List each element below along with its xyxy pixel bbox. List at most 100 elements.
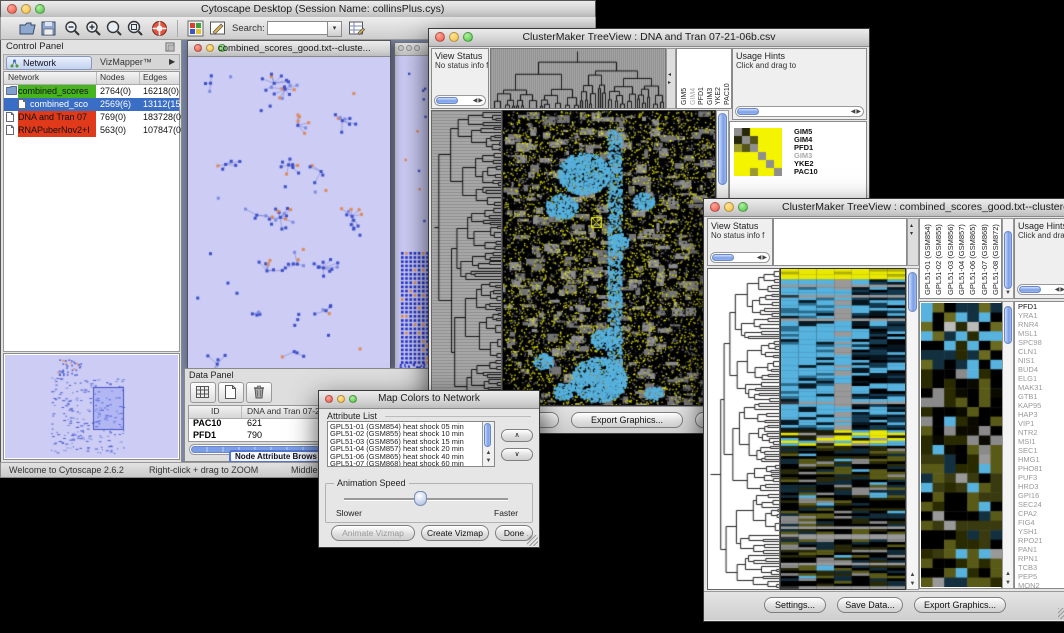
gene-label[interactable]: HRD3 [1015, 482, 1064, 491]
network-row[interactable]: DNA and Tran 07769(0)183728(0) [4, 111, 179, 124]
new-attribute-icon[interactable] [218, 382, 244, 403]
zoom-fit-icon[interactable] [126, 19, 145, 38]
row-label[interactable]: PAC10 [794, 168, 818, 176]
gene-label[interactable]: PFD1 [1015, 302, 1064, 311]
gene-label[interactable]: MSI1 [1015, 437, 1064, 446]
minimize-icon[interactable] [406, 45, 412, 51]
tv1-heatmap[interactable] [503, 111, 715, 405]
col-network[interactable]: Network [8, 72, 39, 82]
slider-thumb[interactable] [414, 491, 427, 506]
gene-label[interactable]: FIG4 [1015, 518, 1064, 527]
scroll-down-icon[interactable]: ▼ [1003, 579, 1013, 587]
scroll-down-icon[interactable]: ▼ [907, 580, 918, 588]
gene-label[interactable]: PAN1 [1015, 545, 1064, 554]
close-icon[interactable] [398, 45, 404, 51]
attribute-item[interactable]: GPL51-06 (GSM865) heat shock 40 min [328, 453, 483, 460]
tab-network[interactable]: Network [6, 56, 92, 70]
zoom-window-icon[interactable] [738, 202, 748, 212]
gene-label[interactable]: NIS1 [1015, 356, 1064, 365]
tv1-column-dendrogram[interactable] [491, 49, 665, 108]
network-window-front[interactable]: combined_scores_good.txt--cluste... [187, 40, 391, 369]
gene-label[interactable]: MSL1 [1015, 329, 1064, 338]
gene-label[interactable]: MON2 [1015, 581, 1064, 589]
close-icon[interactable] [710, 202, 720, 212]
create-vizmap-button[interactable]: Create Vizmap [421, 525, 489, 541]
column-label[interactable]: GPL51-06 (GSM865) [968, 224, 977, 295]
gene-label[interactable]: PHO81 [1015, 464, 1064, 473]
tv1-row-dendrogram[interactable] [432, 111, 501, 405]
gene-label[interactable]: TCB3 [1015, 563, 1064, 572]
col-edges[interactable]: Edges [143, 72, 167, 82]
export-graphics-button[interactable]: Export Graphics... [571, 412, 683, 428]
minimize-icon[interactable] [21, 4, 31, 14]
network-table-header[interactable]: Network Nodes Edges [4, 72, 179, 85]
zoom-in-icon[interactable] [84, 19, 103, 38]
tab-vizmapper[interactable]: VizMapper™ [100, 57, 152, 67]
dialog-title-bar[interactable]: Map Colors to Network [319, 391, 539, 409]
gene-label[interactable]: NTR2 [1015, 428, 1064, 437]
attribute-item[interactable]: GPL51-03 (GSM856) heat shock 15 min [328, 438, 483, 445]
view-status-scrollbar[interactable]: ◀▶ [434, 95, 486, 106]
gene-label[interactable]: BUD4 [1015, 365, 1064, 374]
resize-grip[interactable] [527, 535, 538, 546]
zoom-window-icon[interactable] [35, 4, 45, 14]
attribute-item[interactable]: GPL51-01 (GSM854) heat shock 05 min [328, 423, 483, 430]
treeview2-title-bar[interactable]: ClusterMaker TreeView : combined_scores_… [704, 199, 1064, 217]
gene-label[interactable]: HAP3 [1015, 410, 1064, 419]
gene-label[interactable]: SPC98 [1015, 338, 1064, 347]
gene-label[interactable]: VIP1 [1015, 419, 1064, 428]
animate-vizmap-button[interactable]: Animate Vizmap [331, 525, 415, 541]
gene-label[interactable]: YSH1 [1015, 527, 1064, 536]
attribute-listbox[interactable]: GPL51-01 (GSM854) heat shock 05 min GPL51… [327, 421, 495, 467]
network-view-back-canvas[interactable] [395, 56, 430, 369]
column-label[interactable]: YKE2 [715, 87, 722, 105]
tv2-detail-scrollbar[interactable]: ▲ ▼ [1002, 301, 1014, 589]
gene-label[interactable]: SEC24 [1015, 500, 1064, 509]
network-window-title-bar[interactable]: combined_scores_good.txt--cluste... [188, 41, 390, 57]
tv2-row-dendrogram[interactable] [708, 269, 779, 589]
scroll-down-icon[interactable]: ▼ [483, 457, 494, 465]
network-window-back[interactable] [394, 42, 431, 370]
birdseye-view[interactable] [5, 355, 178, 458]
attribute-item[interactable]: GPL51-07 (GSM868) heat shock 60 min [328, 460, 483, 467]
gene-label[interactable]: CLN1 [1015, 347, 1064, 356]
usage-hints-scrollbar[interactable]: ◀▶ [1017, 284, 1064, 295]
move-down-button[interactable]: ∨ [501, 448, 533, 461]
window-controls[interactable] [710, 202, 748, 212]
gene-label[interactable]: HMG1 [1015, 455, 1064, 464]
more-tabs-icon[interactable]: ▶ [169, 57, 175, 66]
gene-label[interactable]: GTB1 [1015, 392, 1064, 401]
scroll-right-icon[interactable]: ▸ [668, 79, 671, 86]
scroll-left-icon[interactable]: ◂ [668, 71, 671, 78]
column-label[interactable]: PAC10 [724, 83, 731, 105]
tv1-detail-matrix[interactable] [734, 128, 782, 176]
gene-label[interactable]: YRA1 [1015, 311, 1064, 320]
column-label[interactable]: GPL51-02 (GSM855) [934, 224, 943, 295]
view-status-scrollbar[interactable]: ◀▶ [710, 252, 770, 263]
attribute-item[interactable]: GPL51-04 (GSM857) heat shock 20 min [328, 445, 483, 452]
settings-button[interactable]: Settings... [764, 597, 826, 613]
table-icon[interactable] [190, 382, 216, 403]
col-nodes[interactable]: Nodes [100, 72, 125, 82]
tv2-column-labels-scrollbar[interactable]: ▼ [1002, 218, 1014, 299]
tv2-heatmap-scrollbar[interactable]: ▲ ▼ [906, 268, 919, 590]
column-label[interactable]: GPL51-08 (GSM872) [991, 224, 1000, 295]
gene-label[interactable]: RNR4 [1015, 320, 1064, 329]
gene-label[interactable]: SEC1 [1015, 446, 1064, 455]
scroll-up-icon[interactable]: ▲ [907, 571, 918, 579]
tv2-detail-heatmap[interactable] [921, 303, 1002, 587]
gene-label[interactable]: RPN1 [1015, 554, 1064, 563]
network-row[interactable]: RNAPuberNov2+I563(0)107847(0) [4, 124, 179, 137]
search-dropdown-icon[interactable]: ▾ [327, 21, 342, 37]
float-panel-icon[interactable] [165, 42, 175, 52]
zoom-actual-icon[interactable] [105, 19, 124, 38]
gene-label[interactable]: PUF3 [1015, 473, 1064, 482]
network-row[interactable]: combined_sco2569(6)13112(15) [4, 98, 179, 111]
gene-label[interactable]: KAP95 [1015, 401, 1064, 410]
move-up-button[interactable]: ∧ [501, 429, 533, 442]
gene-label[interactable]: CPA2 [1015, 509, 1064, 518]
column-label[interactable]: GPL51-01 (GSM854) [923, 224, 932, 295]
network-row[interactable]: combined_scores2764(0)16218(0) [4, 85, 179, 98]
vizmapper-icon[interactable] [186, 19, 205, 38]
usage-hints-scrollbar[interactable]: ◀▶ [735, 106, 864, 117]
